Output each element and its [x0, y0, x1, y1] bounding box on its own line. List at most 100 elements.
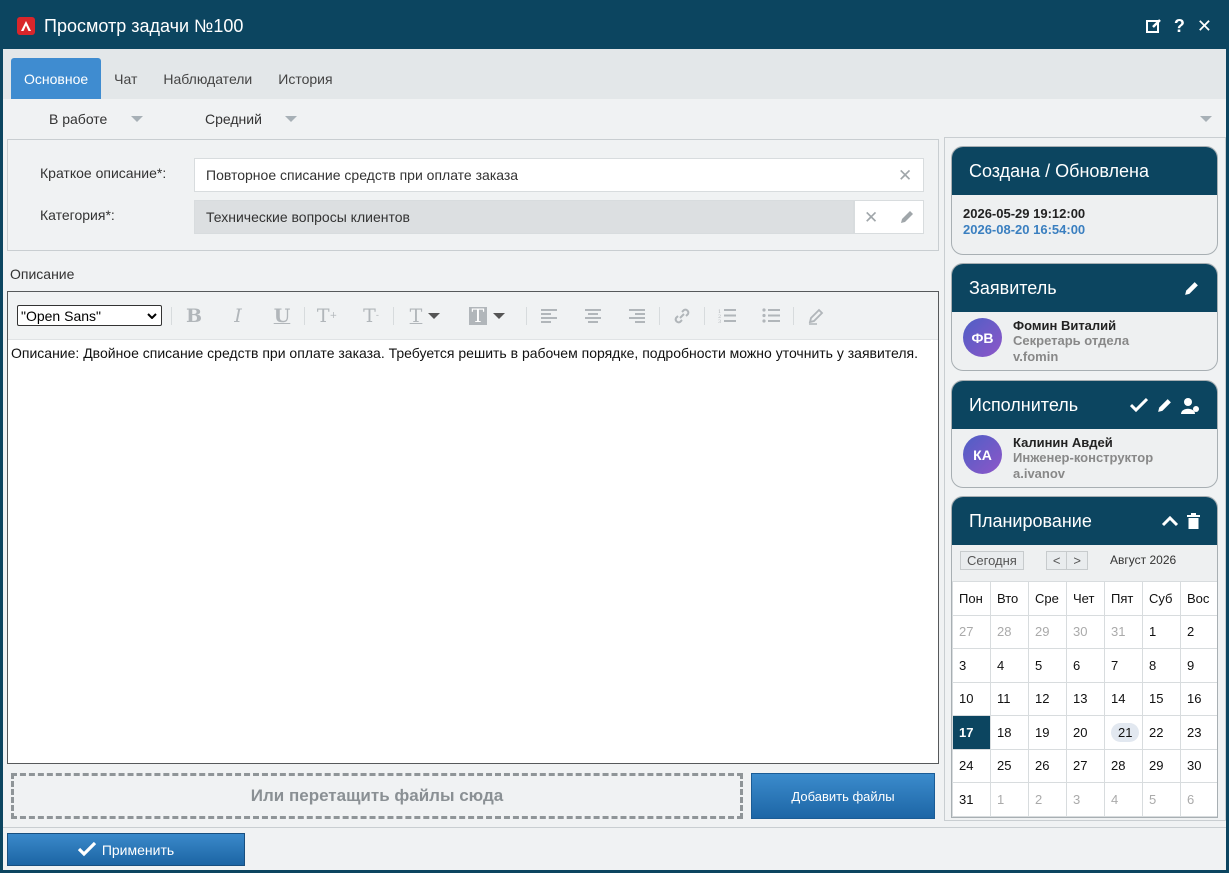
calendar-day[interactable]: 9: [1180, 648, 1217, 683]
chevron-down-icon: [284, 116, 297, 122]
calendar-day[interactable]: 27: [952, 614, 991, 649]
calendar-day[interactable]: 30: [1180, 748, 1217, 783]
align-left-icon[interactable]: [527, 308, 571, 323]
clear-format-icon[interactable]: [794, 307, 838, 325]
category-input[interactable]: Технические вопросы клиентов: [194, 200, 854, 234]
edit-requester-icon[interactable]: [1183, 280, 1200, 297]
calendar-day[interactable]: 11: [990, 681, 1029, 716]
edit-executor-icon[interactable]: [1156, 397, 1173, 414]
bold-icon[interactable]: B: [172, 305, 216, 327]
calendar-day[interactable]: 23: [1180, 715, 1217, 750]
editor-toolbar: "Open Sans" B I U T + T- T T 1 2 3: [8, 292, 938, 340]
calendar-day[interactable]: 29: [1028, 614, 1067, 649]
executor-position: Инженер-конструктор: [1013, 450, 1154, 465]
tab-bar: Основное Чат Наблюдатели История: [3, 49, 1226, 99]
calendar-day[interactable]: 5: [1142, 782, 1181, 817]
calendar-day[interactable]: 3: [952, 648, 991, 683]
calendar-day[interactable]: 26: [1028, 748, 1067, 783]
underline-icon[interactable]: U: [260, 305, 304, 327]
calendar-day[interactable]: 22: [1142, 715, 1181, 750]
apply-label: Применить: [101, 841, 175, 858]
priority-dropdown[interactable]: Средний: [205, 111, 297, 127]
calendar-day[interactable]: 30: [1066, 614, 1105, 649]
calendar-day[interactable]: 4: [1104, 782, 1143, 817]
numbered-list-icon[interactable]: 123: [705, 308, 749, 323]
chevron-up-icon[interactable]: [1161, 515, 1179, 527]
check-icon[interactable]: [1130, 397, 1148, 413]
executor-card: Исполнитель КА Калинин Авдей Инженер-кон…: [951, 380, 1218, 488]
italic-icon[interactable]: I: [216, 305, 260, 327]
today-button[interactable]: Сегодня: [960, 550, 1024, 570]
calendar-day[interactable]: 7: [1104, 648, 1143, 683]
clear-category-icon[interactable]: ✕: [864, 208, 878, 228]
apply-button[interactable]: Применить: [7, 833, 245, 866]
calendar-day[interactable]: 17: [952, 715, 991, 750]
calendar-day[interactable]: 2: [1028, 782, 1067, 817]
weekday-header: Суб: [1142, 581, 1181, 616]
edit-window-icon[interactable]: [1145, 18, 1162, 34]
tab-watchers[interactable]: Наблюдатели: [150, 59, 265, 99]
calendar-day[interactable]: 6: [1066, 648, 1105, 683]
tab-chat[interactable]: Чат: [101, 59, 150, 99]
status-dropdown[interactable]: В работе: [49, 111, 144, 127]
calendar-day[interactable]: 13: [1066, 681, 1105, 716]
calendar-day[interactable]: 1: [990, 782, 1029, 817]
link-icon[interactable]: [660, 307, 704, 325]
calendar-day[interactable]: 12: [1028, 681, 1067, 716]
font-select[interactable]: "Open Sans": [17, 305, 162, 326]
calendar-day[interactable]: 29: [1142, 748, 1181, 783]
calendar-day[interactable]: 8: [1142, 648, 1181, 683]
calendar-day[interactable]: 10: [952, 681, 991, 716]
calendar-day[interactable]: 28: [990, 614, 1029, 649]
calendar-day[interactable]: 15: [1142, 681, 1181, 716]
calendar-day[interactable]: 31: [1104, 614, 1143, 649]
prev-month-button[interactable]: <: [1045, 550, 1068, 570]
executor-login: a.ivanov: [1013, 466, 1066, 481]
calendar-day[interactable]: 3: [1066, 782, 1105, 817]
calendar-day[interactable]: 20: [1066, 715, 1105, 750]
description-label: Описание: [10, 266, 75, 282]
calendar-day[interactable]: 24: [952, 748, 991, 783]
background-color-icon[interactable]: T: [456, 306, 518, 325]
calendar-day[interactable]: 2: [1180, 614, 1217, 649]
close-icon[interactable]: ✕: [1197, 16, 1212, 37]
subscript-icon[interactable]: T-: [349, 305, 393, 327]
description-text[interactable]: Описание: Двойное списание средств при о…: [8, 340, 938, 366]
calendar-day[interactable]: 1: [1142, 614, 1181, 649]
more-dropdown-icon[interactable]: [1200, 116, 1212, 122]
calendar-day[interactable]: 19: [1028, 715, 1067, 750]
file-dropzone[interactable]: Или перетащить файлы сюда: [11, 773, 743, 819]
requester-name: Фомин Виталий: [1013, 318, 1117, 333]
add-files-button[interactable]: Добавить файлы: [751, 773, 935, 819]
footer: Применить: [3, 827, 1226, 870]
weekday-header: Пят: [1104, 581, 1143, 616]
tab-main[interactable]: Основное: [11, 58, 102, 99]
help-icon[interactable]: ?: [1174, 16, 1185, 37]
calendar-day[interactable]: 16: [1180, 681, 1217, 716]
align-right-icon[interactable]: [615, 308, 659, 323]
calendar-day[interactable]: 18: [990, 715, 1029, 750]
calendar-day[interactable]: 21: [1104, 715, 1143, 750]
calendar-day[interactable]: 31: [952, 782, 991, 817]
short-desc-input[interactable]: Повторное списание средств при оплате за…: [194, 158, 924, 192]
priority-value: Средний: [205, 111, 262, 127]
tab-history[interactable]: История: [265, 59, 345, 99]
calendar-day[interactable]: 6: [1180, 782, 1217, 817]
calendar-day[interactable]: 28: [1104, 748, 1143, 783]
next-month-button[interactable]: >: [1066, 550, 1089, 570]
text-color-icon[interactable]: T: [394, 305, 456, 327]
calendar-day[interactable]: 14: [1104, 681, 1143, 716]
bullet-list-icon[interactable]: [749, 308, 793, 323]
requester-title: Заявитель: [969, 277, 1057, 298]
align-center-icon[interactable]: [571, 308, 615, 323]
trash-icon[interactable]: [1187, 513, 1200, 529]
calendar-day[interactable]: 25: [990, 748, 1029, 783]
superscript-icon[interactable]: T +: [305, 305, 349, 327]
calendar-day[interactable]: 5: [1028, 648, 1067, 683]
calendar-day[interactable]: 4: [990, 648, 1029, 683]
edit-category-icon[interactable]: [899, 209, 915, 225]
calendar-day[interactable]: 27: [1066, 748, 1105, 783]
assign-user-icon[interactable]: [1181, 397, 1200, 414]
clear-icon[interactable]: ✕: [898, 166, 912, 186]
side-panel: Создана / Обновлена 2026-05-29 19:12:00 …: [944, 137, 1226, 821]
